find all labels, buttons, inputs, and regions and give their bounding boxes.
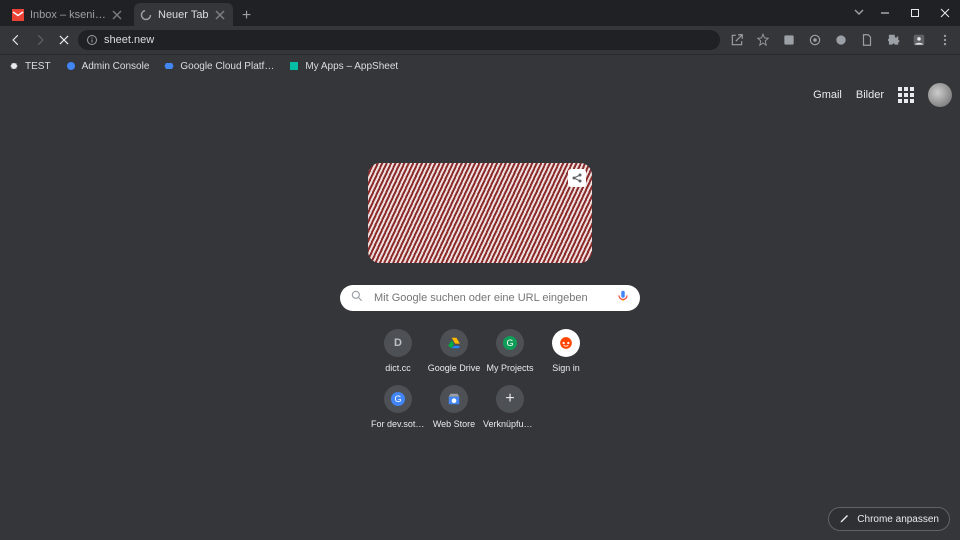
ntp-header-links: Gmail Bilder: [813, 83, 952, 107]
gmail-icon: [12, 9, 24, 21]
account-avatar[interactable]: [928, 83, 952, 107]
shortcut-add[interactable]: + Verknüpfung …: [482, 381, 538, 437]
customize-chrome-button[interactable]: Chrome anpassen: [828, 507, 950, 531]
shortcut-label: Web Store: [433, 419, 475, 429]
bookmark-test[interactable]: TEST: [8, 60, 51, 72]
shortcut-devsotec[interactable]: G For dev.sotec…: [370, 381, 426, 437]
shortcut-chip: G: [496, 329, 524, 357]
omnibox[interactable]: sheet.new: [78, 30, 720, 50]
gmail-link[interactable]: Gmail: [813, 89, 842, 101]
ntp-shortcuts: D dict.cc Google Drive G My Projects Sig…: [370, 325, 594, 437]
gcp-icon: [163, 60, 175, 72]
search-icon: [350, 289, 364, 308]
close-icon[interactable]: [215, 10, 225, 20]
new-tab-button[interactable]: +: [237, 6, 257, 26]
forward-button[interactable]: [30, 30, 50, 50]
new-tab-page: Gmail Bilder D dict.cc Google Drive: [0, 77, 960, 540]
bookmark-admin-console[interactable]: Admin Console: [65, 60, 150, 72]
shortcut-label: My Projects: [486, 363, 533, 373]
bookmark-gcp[interactable]: Google Cloud Platf…: [163, 60, 274, 72]
toolbar: sheet.new: [0, 26, 960, 54]
doodle-share-icon[interactable]: [568, 169, 586, 187]
ntp-search-box[interactable]: [340, 285, 640, 311]
google-admin-icon: [65, 60, 77, 72]
shortcut-label: dict.cc: [385, 363, 411, 373]
tabs-overflow-icon[interactable]: [854, 4, 864, 22]
extension-icon[interactable]: [806, 31, 824, 49]
bookmark-label: My Apps – AppSheet: [305, 61, 398, 72]
appsheet-icon: [288, 60, 300, 72]
shortcut-chip: D: [384, 329, 412, 357]
extension-icon[interactable]: [858, 31, 876, 49]
shortcut-web-store[interactable]: Web Store: [426, 381, 482, 437]
bookmark-label: Admin Console: [82, 61, 150, 72]
minimize-button[interactable]: [870, 0, 900, 26]
share-icon[interactable]: [728, 31, 746, 49]
kebab-menu-icon[interactable]: [936, 31, 954, 49]
tab-newtab[interactable]: Neuer Tab: [134, 3, 233, 26]
extensions-puzzle-icon[interactable]: [884, 31, 902, 49]
extension-icon[interactable]: [832, 31, 850, 49]
tab-inbox[interactable]: Inbox – ksenia@dev.cloudwuerdig: [6, 3, 130, 26]
profile-avatar-icon[interactable]: [910, 31, 928, 49]
window-controls: [854, 0, 960, 26]
shortcut-label: Verknüpfung …: [483, 419, 537, 429]
shortcut-dictcc[interactable]: D dict.cc: [370, 325, 426, 381]
window-close-button[interactable]: [930, 0, 960, 26]
maximize-button[interactable]: [900, 0, 930, 26]
bookmark-appsheet[interactable]: My Apps – AppSheet: [288, 60, 398, 72]
voice-search-icon[interactable]: [616, 289, 630, 308]
omnibox-url: sheet.new: [104, 34, 154, 46]
site-info-icon[interactable]: [86, 34, 98, 46]
shortcut-chip: G: [384, 385, 412, 413]
shortcut-chip: +: [496, 385, 524, 413]
shortcut-chip: [440, 329, 468, 357]
pencil-icon: [839, 512, 851, 527]
shortcut-my-projects[interactable]: G My Projects: [482, 325, 538, 381]
web-store-icon: [447, 392, 461, 406]
bug-icon: [8, 60, 20, 72]
images-link[interactable]: Bilder: [856, 89, 884, 101]
tab-strip: Inbox – ksenia@dev.cloudwuerdig Neuer Ta…: [0, 0, 960, 26]
shortcut-signin[interactable]: Sign in: [538, 325, 594, 381]
shortcut-label: For dev.sotec…: [371, 419, 425, 429]
shortcut-google-drive[interactable]: Google Drive: [426, 325, 482, 381]
shortcut-label: Google Drive: [428, 363, 481, 373]
tab-label: Neuer Tab: [158, 9, 209, 21]
back-button[interactable]: [6, 30, 26, 50]
shortcut-label: Sign in: [552, 363, 580, 373]
stop-reload-button[interactable]: [54, 30, 74, 50]
shortcut-chip: [440, 385, 468, 413]
close-icon[interactable]: [112, 10, 122, 20]
bookmark-label: TEST: [25, 61, 51, 72]
loading-spinner-icon: [140, 9, 152, 21]
google-doodle[interactable]: [368, 163, 592, 263]
tab-label: Inbox – ksenia@dev.cloudwuerdig: [30, 9, 106, 21]
reddit-icon: [559, 336, 573, 350]
bookmarks-bar: TEST Admin Console Google Cloud Platf… M…: [0, 54, 960, 77]
bookmark-star-icon[interactable]: [754, 31, 772, 49]
customize-label: Chrome anpassen: [857, 514, 939, 525]
bookmark-label: Google Cloud Platf…: [180, 61, 274, 72]
drive-icon: [447, 336, 461, 350]
extension-icon[interactable]: [780, 31, 798, 49]
ntp-search-input[interactable]: [372, 291, 616, 305]
shortcut-chip: [552, 329, 580, 357]
google-apps-icon[interactable]: [898, 87, 914, 103]
